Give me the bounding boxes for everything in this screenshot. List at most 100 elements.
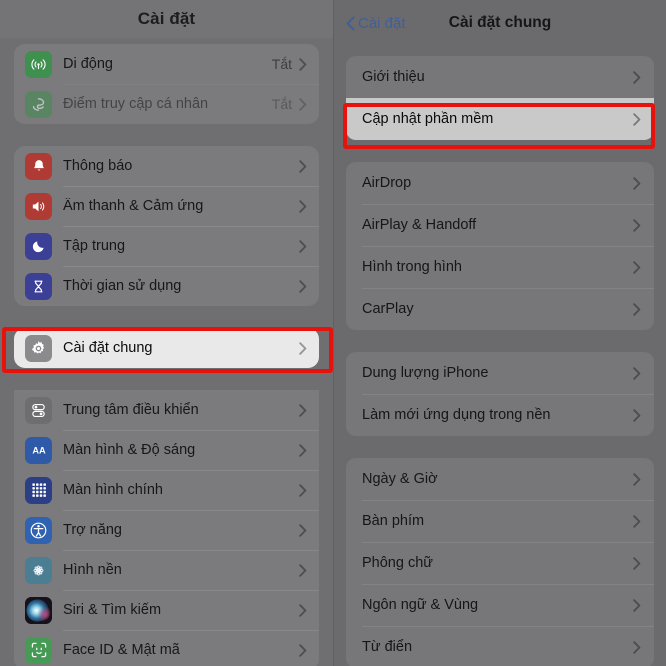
back-button[interactable]: Cài đặt bbox=[346, 15, 406, 32]
sidebar-item-face-id-mat-ma[interactable]: Face ID & Mật mã bbox=[14, 630, 319, 666]
detail-group-locale: Ngày & Giờ Bàn phím Phông chữ Ngôn ngữ & Vù… bbox=[346, 458, 654, 666]
sidebar-group-notifications: Thông báo Âm thanh & Cảm ứng Tập trung Thời… bbox=[14, 146, 319, 306]
sidebar-item-man-hinh-do-sang[interactable]: AA Màn hình & Độ sáng bbox=[14, 430, 319, 470]
detail-item-gioi-thieu[interactable]: Giới thiệu bbox=[346, 56, 654, 98]
hotspot-icon bbox=[25, 90, 52, 118]
sidebar-item-label: Tập trung bbox=[63, 238, 126, 254]
general-settings-panel: Cài đặt Cài đặt chung Giới thiệu Cập nhật… bbox=[333, 0, 666, 666]
chevron-right-icon bbox=[299, 603, 307, 617]
moon-icon bbox=[25, 232, 52, 260]
sidebar-scroll-area[interactable]: Di động Tắt Điểm truy cập cá nhân Tắt Thông … bbox=[0, 44, 333, 666]
chevron-right-icon bbox=[299, 483, 307, 497]
detail-group-about-update-highlighted: Cập nhật phần mềm bbox=[346, 98, 654, 140]
sidebar-item-man-hinh-chinh[interactable]: Màn hình chính bbox=[14, 470, 319, 510]
detail-item-label: Cập nhật phần mềm bbox=[362, 111, 494, 127]
chevron-right-icon bbox=[299, 643, 307, 657]
settings-sidebar: Cài đặt Di động Tắt Điểm truy cập cá nhân T… bbox=[0, 0, 333, 666]
chevron-right-icon bbox=[299, 341, 307, 355]
back-button-label: Cài đặt bbox=[358, 14, 406, 32]
sidebar-item-label: Trợ năng bbox=[63, 522, 122, 538]
chevron-right-icon bbox=[299, 239, 307, 253]
sidebar-group-system-highlighted: Cài đặt chung bbox=[14, 328, 319, 368]
sidebar-item-siri-tim-kiem[interactable]: Siri & Tìm kiếm bbox=[14, 590, 319, 630]
chevron-right-icon bbox=[299, 563, 307, 577]
sidebar-item-trung-tam-dieu-khien[interactable]: Trung tâm điều khiển bbox=[14, 390, 319, 430]
sidebar-group-system: Trung tâm điều khiển AA Màn hình & Độ sáng… bbox=[14, 390, 319, 666]
sidebar-item-di-dong[interactable]: Di động Tắt bbox=[14, 44, 319, 84]
detail-item-carplay[interactable]: CarPlay bbox=[346, 288, 654, 330]
chevron-right-icon bbox=[299, 159, 307, 173]
detail-item-label: Phông chữ bbox=[362, 555, 433, 571]
chevron-right-icon bbox=[299, 279, 307, 293]
settings-split-view: Cài đặt Di động Tắt Điểm truy cập cá nhân T… bbox=[0, 0, 666, 666]
speaker-icon bbox=[25, 192, 52, 220]
detail-item-dung-luong-iphone[interactable]: Dung lượng iPhone bbox=[346, 352, 654, 394]
sidebar-item-am-thanh-cam-ung[interactable]: Âm thanh & Cảm ứng bbox=[14, 186, 319, 226]
sidebar-item-tap-trung[interactable]: Tập trung bbox=[14, 226, 319, 266]
gear-icon bbox=[25, 334, 52, 362]
chevron-right-icon bbox=[633, 408, 641, 422]
sidebar-item-thoi-gian-su-dung[interactable]: Thời gian sử dụng bbox=[14, 266, 319, 306]
sidebar-item-label: Màn hình chính bbox=[63, 482, 163, 498]
detail-item-cap-nhat-phan-mem[interactable]: Cập nhật phần mềm bbox=[346, 98, 654, 140]
sidebar-item-label: Màn hình & Độ sáng bbox=[63, 442, 196, 458]
detail-item-label: Làm mới ứng dụng trong nền bbox=[362, 407, 551, 423]
detail-item-ban-phim[interactable]: Bàn phím bbox=[346, 500, 654, 542]
detail-item-airplay-handoff[interactable]: AirPlay & Handoff bbox=[346, 204, 654, 246]
chevron-right-icon bbox=[633, 70, 641, 84]
sidebar-item-label: Hình nền bbox=[63, 562, 122, 578]
sidebar-header: Cài đặt bbox=[0, 0, 333, 38]
bell-icon bbox=[25, 152, 52, 180]
chevron-right-icon bbox=[299, 199, 307, 213]
sidebar-item-label: Thông báo bbox=[63, 158, 133, 174]
detail-item-tu-dien[interactable]: Từ điển bbox=[346, 626, 654, 666]
detail-item-label: Dung lượng iPhone bbox=[362, 365, 489, 381]
detail-group-about-update: Giới thiệu bbox=[346, 56, 654, 98]
chevron-left-icon bbox=[346, 15, 355, 31]
sidebar-group-connectivity: Di động Tắt Điểm truy cập cá nhân Tắt bbox=[14, 44, 319, 124]
detail-item-ngay-gio[interactable]: Ngày & Giờ bbox=[346, 458, 654, 500]
chevron-right-icon bbox=[299, 97, 307, 111]
chevron-right-icon bbox=[633, 218, 641, 232]
chevron-right-icon bbox=[633, 514, 641, 528]
home-screen-icon bbox=[25, 476, 52, 504]
sidebar-item-diem-truy-cap-ca-nhan[interactable]: Điểm truy cập cá nhân Tắt bbox=[14, 84, 319, 124]
detail-item-ngon-ngu-vung[interactable]: Ngôn ngữ & Vùng bbox=[346, 584, 654, 626]
detail-item-phong-chu[interactable]: Phông chữ bbox=[346, 542, 654, 584]
chevron-right-icon bbox=[633, 176, 641, 190]
chevron-right-icon bbox=[633, 302, 641, 316]
sidebar-item-label: Cài đặt chung bbox=[63, 340, 153, 356]
detail-item-lam-moi-ung-dung-trong-nen[interactable]: Làm mới ứng dụng trong nền bbox=[346, 394, 654, 436]
chevron-right-icon bbox=[633, 260, 641, 274]
hourglass-icon bbox=[25, 272, 52, 300]
sidebar-item-value: Tắt bbox=[271, 96, 292, 112]
chevron-right-icon bbox=[299, 443, 307, 457]
detail-group-sharing: AirDrop AirPlay & Handoff Hình trong hình C… bbox=[346, 162, 654, 330]
display-brightness-icon: AA bbox=[25, 436, 52, 464]
detail-item-label: AirPlay & Handoff bbox=[362, 217, 477, 233]
sidebar-item-label: Trung tâm điều khiển bbox=[63, 402, 199, 418]
detail-item-label: Giới thiệu bbox=[362, 69, 425, 85]
chevron-right-icon bbox=[633, 556, 641, 570]
detail-item-label: Hình trong hình bbox=[362, 259, 462, 275]
svg-text:AA: AA bbox=[32, 446, 46, 456]
cellular-icon bbox=[25, 50, 52, 78]
sidebar-item-tro-nang[interactable]: Trợ năng bbox=[14, 510, 319, 550]
detail-item-label: CarPlay bbox=[362, 301, 414, 317]
detail-item-label: Ngày & Giờ bbox=[362, 471, 438, 487]
chevron-right-icon bbox=[633, 366, 641, 380]
sidebar-item-label: Di động bbox=[63, 56, 113, 72]
detail-item-airdrop[interactable]: AirDrop bbox=[346, 162, 654, 204]
detail-scroll-area[interactable]: Giới thiệu Cập nhật phần mềm AirDrop AirPla… bbox=[334, 56, 666, 666]
sidebar-title: Cài đặt bbox=[137, 9, 196, 28]
sidebar-item-thong-bao[interactable]: Thông báo bbox=[14, 146, 319, 186]
sidebar-item-value: Tắt bbox=[271, 56, 292, 72]
siri-icon bbox=[25, 596, 52, 624]
sidebar-item-hinh-nen[interactable]: Hình nền bbox=[14, 550, 319, 590]
chevron-right-icon bbox=[633, 112, 641, 126]
sidebar-item-label: Thời gian sử dụng bbox=[63, 278, 182, 294]
detail-item-hinh-trong-hinh[interactable]: Hình trong hình bbox=[346, 246, 654, 288]
accessibility-icon bbox=[25, 516, 52, 544]
sidebar-item-label: Âm thanh & Cảm ứng bbox=[63, 198, 204, 214]
sidebar-item-cai-dat-chung[interactable]: Cài đặt chung bbox=[14, 328, 319, 368]
